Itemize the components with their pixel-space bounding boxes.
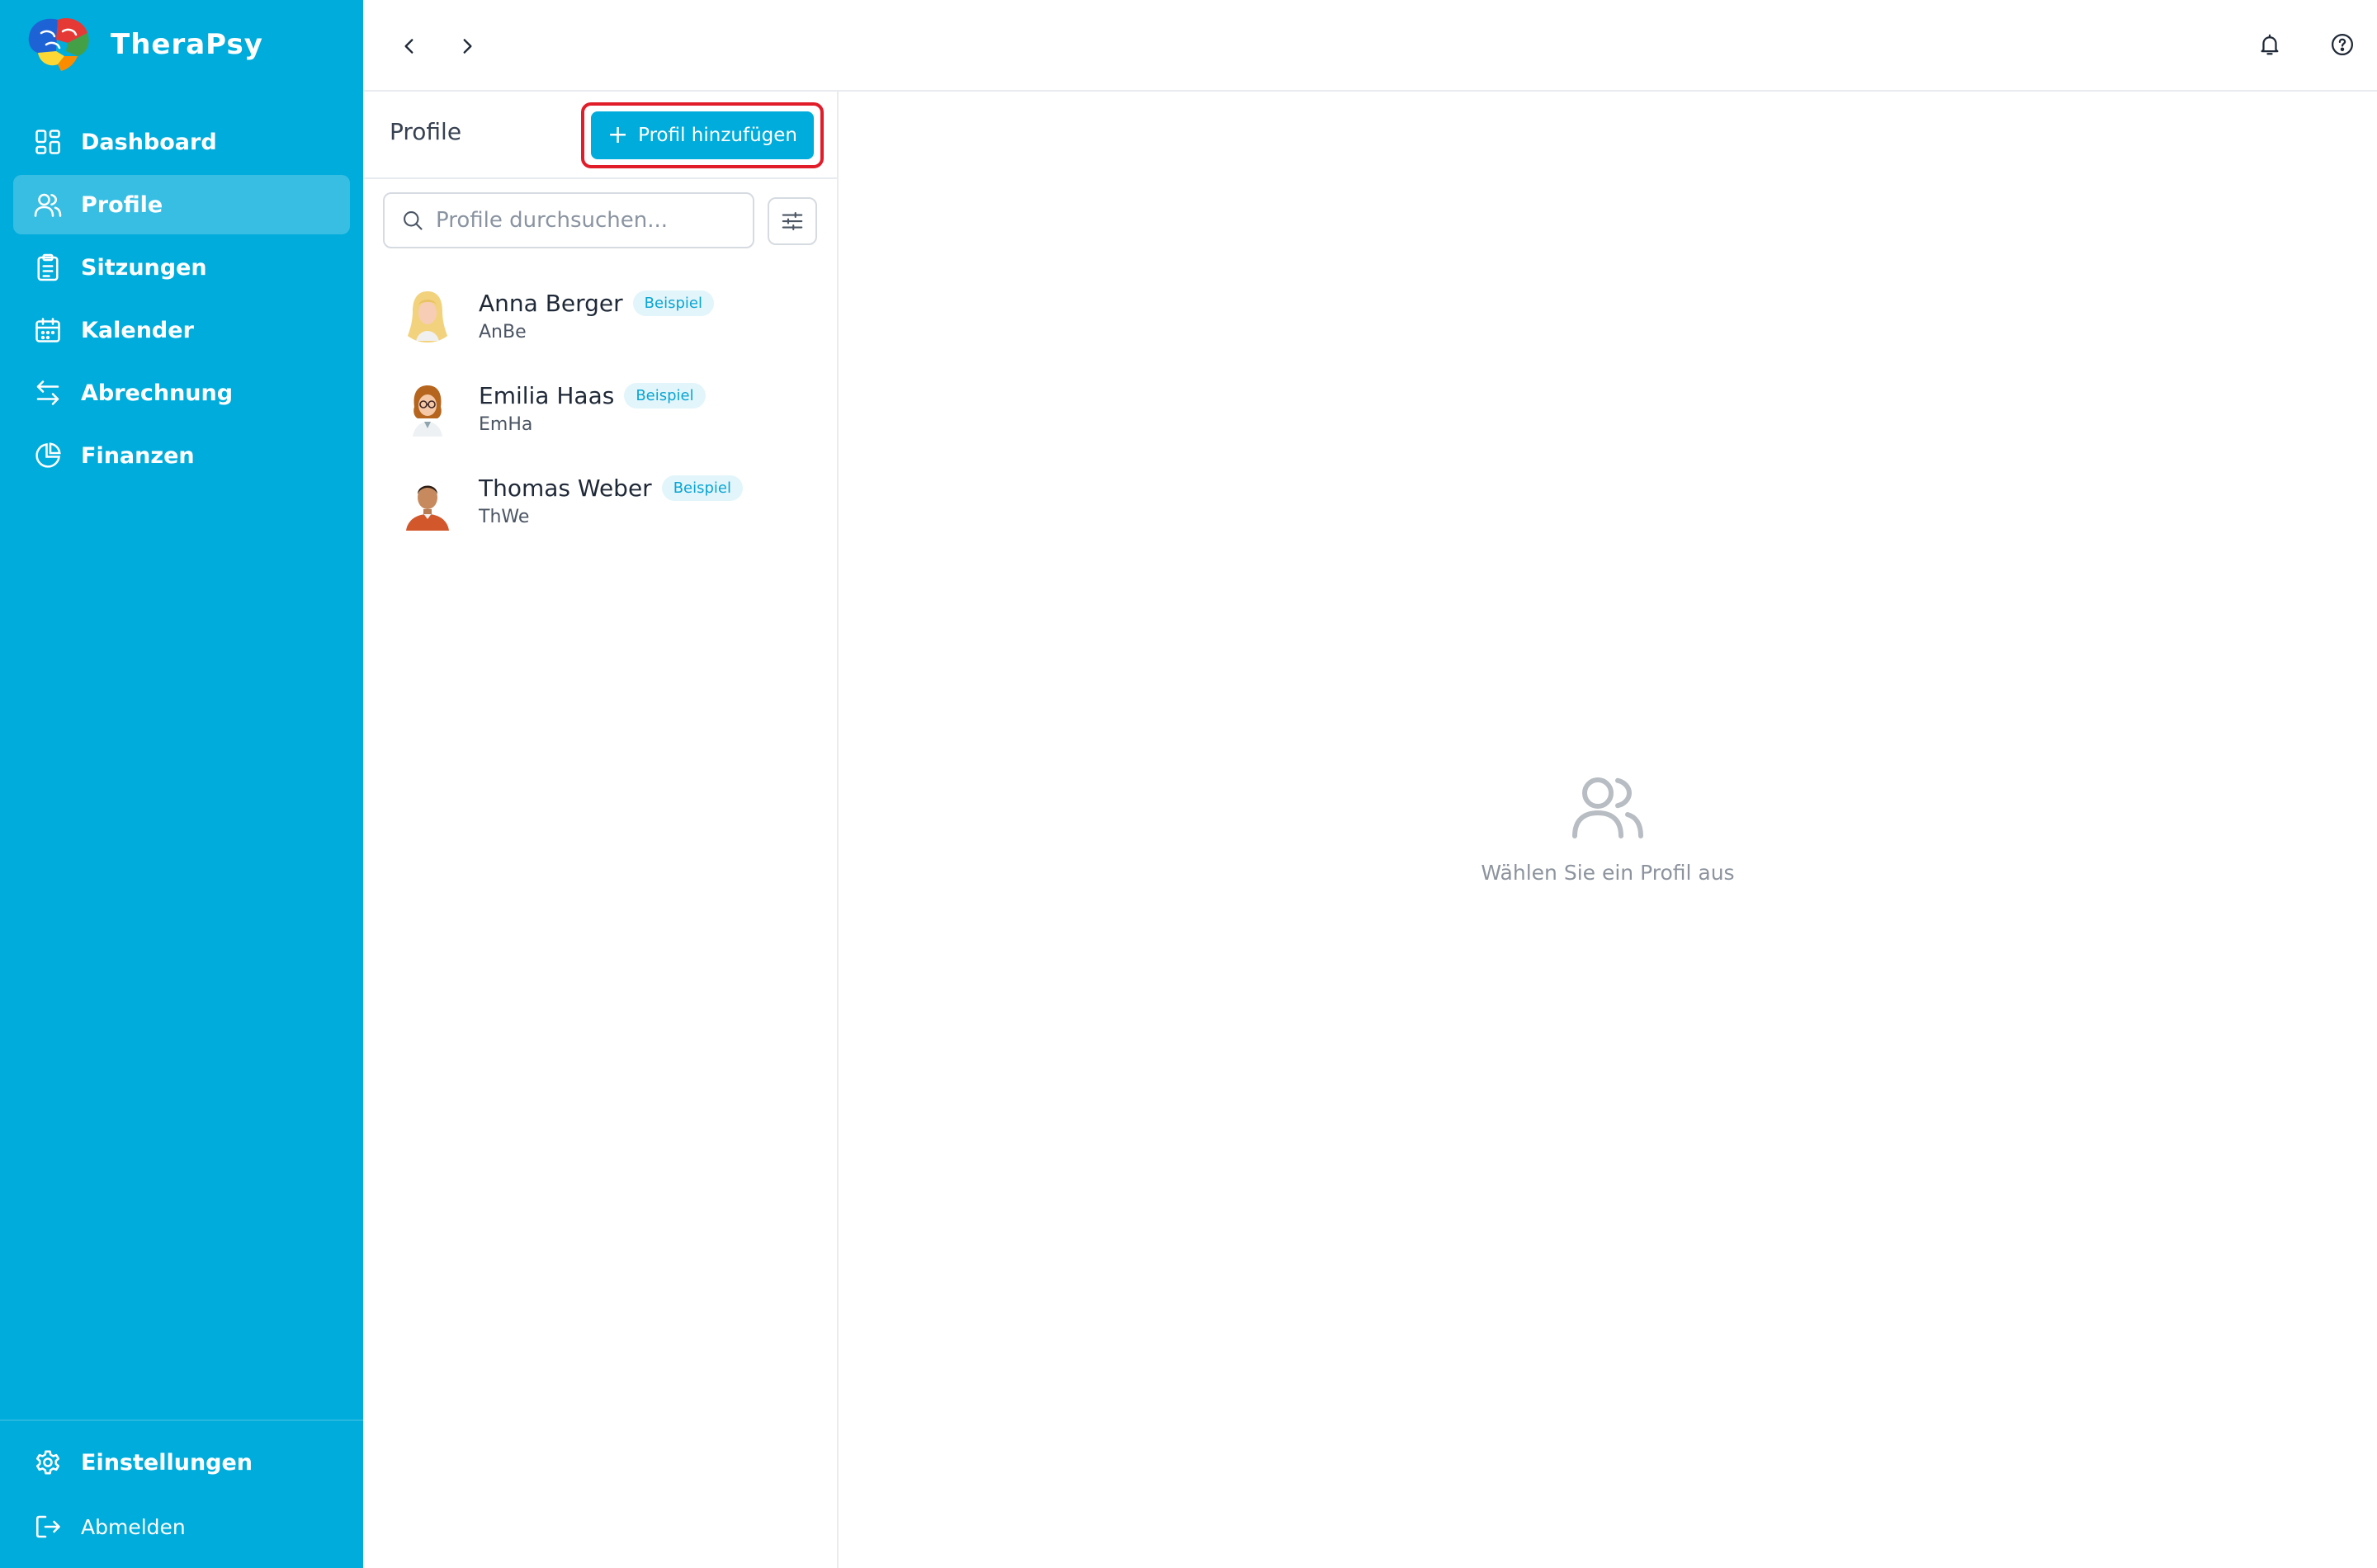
sidebar-item-finanzen[interactable]: Finanzen (13, 426, 350, 485)
profile-name: Emilia Haas (479, 382, 615, 409)
profile-name-row: Emilia Haas Beispiel (479, 382, 706, 409)
brand[interactable]: TheraPsy (25, 15, 263, 74)
sidebar-item-label: Profile (81, 191, 163, 218)
profile-name: Anna Berger (479, 290, 623, 317)
sidebar-item-label: Abrechnung (81, 380, 234, 406)
sidebar-item-label: Einstellungen (81, 1449, 253, 1476)
sidebar-item-sitzungen[interactable]: Sitzungen (13, 238, 350, 297)
search-icon (404, 211, 423, 230)
app-name: TheraPsy (111, 28, 263, 61)
avatar-blonde-woman-icon (408, 291, 447, 342)
example-badge: Beispiel (624, 383, 706, 409)
sidebar-item-einstellungen[interactable]: Einstellungen (13, 1433, 350, 1492)
add-profile-button[interactable]: + Profil hinzufügen (591, 111, 814, 159)
bell-icon (2261, 34, 2279, 55)
profiles-panel-header: Profile + Profil hinzufügen (363, 92, 837, 179)
help-button[interactable] (2326, 28, 2359, 61)
brain-logo-icon (28, 17, 89, 71)
profile-list-item-thomas-weber[interactable]: Thomas Weber Beispiel ThWe (363, 455, 837, 547)
profile-name-row: Anna Berger Beispiel (479, 290, 714, 317)
sidebar-item-label: Kalender (81, 317, 194, 343)
search-input[interactable] (436, 208, 741, 233)
search-box[interactable] (383, 192, 754, 248)
profile-short-code: ThWe (479, 507, 530, 527)
calendar-icon (35, 318, 60, 342)
pie-chart-icon (35, 442, 61, 468)
sidebar: TheraPsy Dashboard Profile Sitzungen Kal… (0, 0, 363, 1568)
dashboard-icon (35, 130, 60, 154)
sidebar-item-label: Abmelden (81, 1514, 186, 1539)
profile-text: Emilia Haas Beispiel EmHa (479, 382, 706, 435)
sidebar-item-dashboard[interactable]: Dashboard (13, 112, 350, 172)
sidebar-item-profile[interactable]: Profile (13, 175, 350, 234)
clipboard-icon (37, 253, 59, 281)
example-badge: Beispiel (661, 475, 743, 501)
sidebar-item-abmelden[interactable]: Abmelden (13, 1495, 350, 1558)
users-icon (1572, 777, 1643, 838)
sidebar-bottom: Einstellungen Abmelden (13, 1433, 350, 1561)
arrows-exchange-icon (36, 380, 59, 405)
search-row (363, 179, 837, 272)
profile-text: Thomas Weber Beispiel ThWe (479, 475, 743, 527)
topbar (363, 0, 2377, 92)
profile-name: Thomas Weber (479, 475, 652, 502)
profile-short-code: EmHa (479, 414, 533, 435)
avatar-woman-glasses-icon (413, 385, 442, 437)
sidebar-divider (0, 1419, 363, 1421)
sidebar-item-label: Sitzungen (81, 254, 207, 281)
plus-icon: + (607, 120, 629, 149)
sliders-icon (782, 211, 803, 231)
forward-button[interactable] (451, 30, 484, 63)
empty-state-text: Wählen Sie ein Profil aus (1481, 861, 1735, 885)
profile-text: Anna Berger Beispiel AnBe (479, 290, 714, 342)
avatar-man-icon (406, 485, 449, 531)
chevron-left-icon (404, 39, 413, 54)
sidebar-nav: Dashboard Profile Sitzungen Kalender Abr… (13, 112, 350, 489)
profile-list: Anna Berger Beispiel AnBe Emilia Haas Be… (363, 270, 837, 547)
logout-icon (35, 1515, 60, 1538)
filter-button[interactable] (768, 197, 817, 245)
profile-detail: Wählen Sie ein Profil aus (839, 92, 2377, 1568)
help-circle-icon (2332, 34, 2353, 55)
example-badge: Beispiel (632, 290, 714, 316)
users-icon (34, 193, 62, 217)
chevron-right-icon (463, 39, 472, 54)
profile-list-item-anna-berger[interactable]: Anna Berger Beispiel AnBe (363, 270, 837, 362)
profile-list-item-emilia-haas[interactable]: Emilia Haas Beispiel EmHa (363, 362, 837, 455)
profiles-panel: Profile + Profil hinzufügen Profile durc… (363, 92, 839, 1568)
sidebar-item-label: Finanzen (81, 442, 195, 469)
back-button[interactable] (393, 30, 426, 63)
profile-short-code: AnBe (479, 322, 527, 342)
gear-icon (35, 1450, 60, 1475)
notifications-button[interactable] (2253, 28, 2286, 61)
empty-state: Wählen Sie ein Profil aus (839, 767, 2377, 885)
sidebar-item-kalender[interactable]: Kalender (13, 300, 350, 360)
sidebar-item-label: Dashboard (81, 129, 217, 155)
panel-title: Profile (390, 118, 462, 145)
add-profile-label: Profil hinzufügen (638, 125, 797, 146)
profile-name-row: Thomas Weber Beispiel (479, 475, 743, 502)
sidebar-item-abrechnung[interactable]: Abrechnung (13, 363, 350, 423)
